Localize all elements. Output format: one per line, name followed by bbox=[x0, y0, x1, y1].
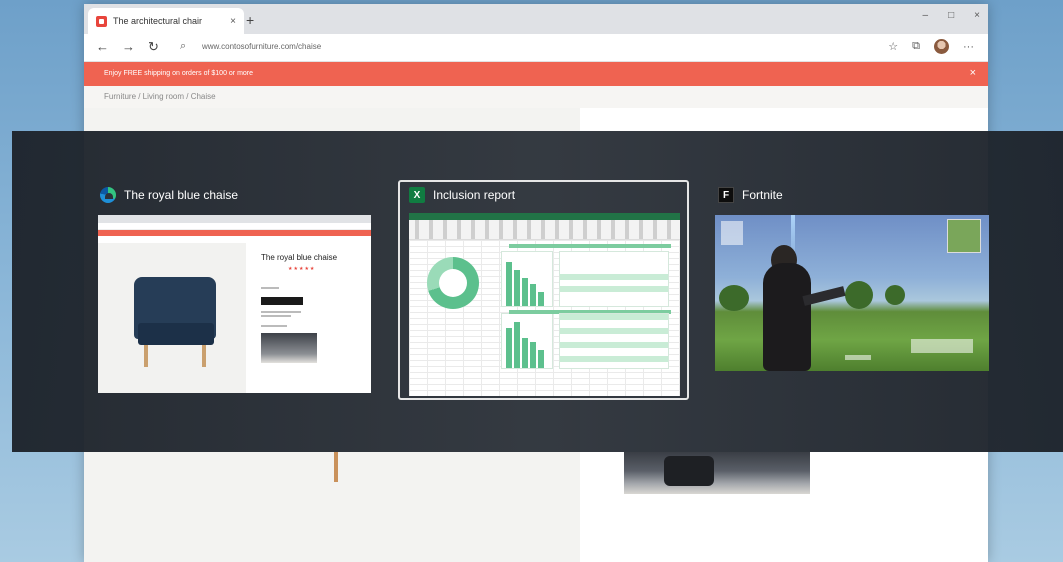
edge-icon bbox=[100, 187, 116, 203]
chair-leg-image bbox=[334, 452, 338, 482]
thumb-hud-inventory bbox=[911, 339, 973, 353]
window-thumbnail[interactable]: The royal blue chaise ★★★★★ bbox=[98, 215, 371, 393]
browser-tab[interactable]: The architectural chair × bbox=[88, 8, 244, 34]
thumb-tab-bar bbox=[98, 215, 371, 223]
thumb-player-character bbox=[763, 263, 811, 371]
excel-icon: X bbox=[409, 187, 425, 203]
thumb-table bbox=[559, 251, 669, 307]
address-bar: ← → ↻ ⌕ www.contosofurniture.com/chaise … bbox=[84, 34, 988, 62]
promo-close-icon[interactable]: × bbox=[970, 67, 976, 79]
refresh-icon[interactable]: ↻ bbox=[148, 39, 159, 55]
collections-icon[interactable]: ⧉ bbox=[912, 40, 920, 53]
thumb-table-row bbox=[560, 274, 668, 280]
thumb-table-header bbox=[509, 244, 671, 248]
thumb-bar bbox=[522, 278, 528, 306]
thumb-address-bar bbox=[98, 223, 371, 230]
window-thumbnail[interactable] bbox=[409, 213, 680, 396]
thumb-hud-panel bbox=[721, 221, 743, 245]
minimize-button[interactable]: – bbox=[923, 10, 929, 21]
new-tab-button[interactable]: + bbox=[246, 12, 254, 28]
thumb-bar bbox=[530, 342, 536, 368]
thumb-bar-chart bbox=[501, 251, 553, 307]
tab-title: The architectural chair bbox=[113, 16, 203, 26]
url-field[interactable]: www.contosofurniture.com/chaise bbox=[202, 42, 321, 51]
thumb-excel-titlebar bbox=[409, 213, 680, 220]
site-favicon-icon bbox=[96, 15, 107, 27]
thumb-table-row bbox=[560, 314, 668, 320]
thumb-promo-banner bbox=[98, 230, 371, 236]
close-window-button[interactable]: × bbox=[974, 10, 980, 21]
window-header: X Inclusion report bbox=[409, 187, 515, 203]
fortnite-icon: F bbox=[718, 187, 734, 203]
thumb-donut-chart bbox=[427, 257, 479, 309]
search-icon: ⌕ bbox=[180, 40, 187, 52]
thumb-table bbox=[559, 313, 669, 369]
profile-avatar[interactable] bbox=[934, 39, 949, 54]
toolbar-icons: ☆ ⧉ ··· bbox=[888, 39, 974, 54]
thumb-text-line bbox=[261, 287, 279, 289]
thumb-table-row bbox=[560, 328, 668, 334]
thumb-product-title: The royal blue chaise bbox=[261, 253, 338, 262]
thumb-text-line bbox=[261, 311, 301, 313]
thumb-bar bbox=[530, 284, 536, 306]
thumb-hud-bar bbox=[845, 355, 871, 360]
window-header: F Fortnite bbox=[718, 187, 783, 203]
thumb-text-line bbox=[261, 325, 287, 327]
back-arrow-icon[interactable]: ← bbox=[96, 39, 109, 54]
thumb-table-row bbox=[560, 356, 668, 362]
window-title: Fortnite bbox=[742, 188, 783, 202]
thumb-minimap bbox=[947, 219, 981, 253]
thumb-tree bbox=[719, 285, 749, 311]
favorite-star-icon[interactable]: ☆ bbox=[888, 40, 898, 53]
thumb-excel-ribbon bbox=[409, 220, 680, 240]
thumb-table-row bbox=[560, 286, 668, 292]
thumb-bar bbox=[538, 350, 544, 368]
thumb-table-row bbox=[560, 342, 668, 348]
promo-banner: Enjoy FREE shipping on orders of $100 or… bbox=[84, 62, 988, 86]
thumb-add-to-cart-button bbox=[261, 297, 303, 305]
thumb-bar bbox=[538, 292, 544, 306]
thumb-bar-chart bbox=[501, 313, 553, 369]
forward-arrow-icon[interactable]: → bbox=[122, 39, 135, 54]
thumb-lifestyle-photo bbox=[261, 333, 317, 363]
thumb-bar bbox=[506, 328, 512, 368]
chair-leg bbox=[202, 345, 206, 367]
window-controls: – □ × bbox=[923, 10, 980, 21]
more-menu-icon[interactable]: ··· bbox=[963, 41, 974, 53]
thumb-rating-stars: ★★★★★ bbox=[288, 266, 316, 272]
thumb-product-image bbox=[98, 243, 246, 393]
thumb-bar bbox=[514, 270, 520, 306]
lifestyle-photo bbox=[624, 452, 810, 494]
window-thumbnail[interactable] bbox=[715, 215, 989, 371]
tab-close-icon[interactable]: × bbox=[230, 16, 236, 27]
breadcrumb[interactable]: Furniture / Living room / Chaise bbox=[104, 92, 216, 101]
maximize-button[interactable]: □ bbox=[948, 10, 954, 21]
thumb-bar bbox=[522, 338, 528, 368]
tab-bar: The architectural chair × + – □ × bbox=[84, 4, 988, 34]
window-title: The royal blue chaise bbox=[124, 188, 239, 202]
thumb-text-line bbox=[261, 315, 291, 317]
window-title: Inclusion report bbox=[433, 188, 516, 202]
task-switcher: The royal blue chaise The royal blue cha… bbox=[12, 131, 1063, 452]
chair-leg bbox=[144, 345, 148, 367]
window-header: The royal blue chaise bbox=[100, 187, 238, 203]
promo-text[interactable]: Enjoy FREE shipping on orders of $100 or… bbox=[104, 70, 253, 77]
thumb-bar bbox=[506, 262, 512, 306]
chair-seat bbox=[138, 323, 214, 345]
thumb-tree bbox=[845, 281, 873, 309]
thumb-bar bbox=[514, 322, 520, 368]
thumb-tree bbox=[885, 285, 905, 305]
